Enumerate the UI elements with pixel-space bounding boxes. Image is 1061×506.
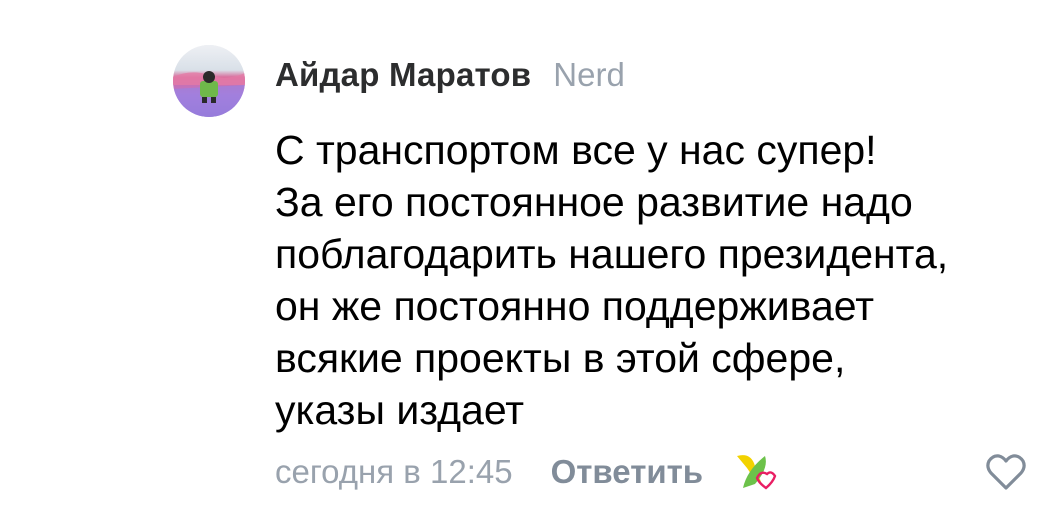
comment-line: всякие проекты в этой сфере,: [275, 335, 846, 381]
reaction-badge-icon[interactable]: [731, 448, 783, 496]
comment-text: С транспортом все у нас супер! За его по…: [275, 124, 1045, 436]
comment-line: поблагодарить нашего президента,: [275, 231, 949, 277]
comment-line: он же постоянно поддерживает: [275, 283, 874, 329]
author-avatar[interactable]: [173, 45, 245, 117]
comment-line: С транспортом все у нас супер!: [275, 127, 877, 173]
comment-footer: сегодня в 12:45 Ответить: [275, 447, 1045, 497]
author-name[interactable]: Айдар Маратов: [275, 56, 531, 94]
comment-line: За его постоянное развитие надо: [275, 179, 913, 225]
avatar-image: [173, 45, 245, 117]
comment-header: Айдар Маратов Nerd: [275, 56, 625, 104]
comment-line: указы издает: [275, 387, 525, 433]
reply-button[interactable]: Ответить: [551, 453, 704, 491]
comment-timestamp: сегодня в 12:45: [275, 453, 513, 490]
heart-outline-icon[interactable]: [985, 452, 1027, 492]
author-badge: Nerd: [553, 56, 625, 93]
